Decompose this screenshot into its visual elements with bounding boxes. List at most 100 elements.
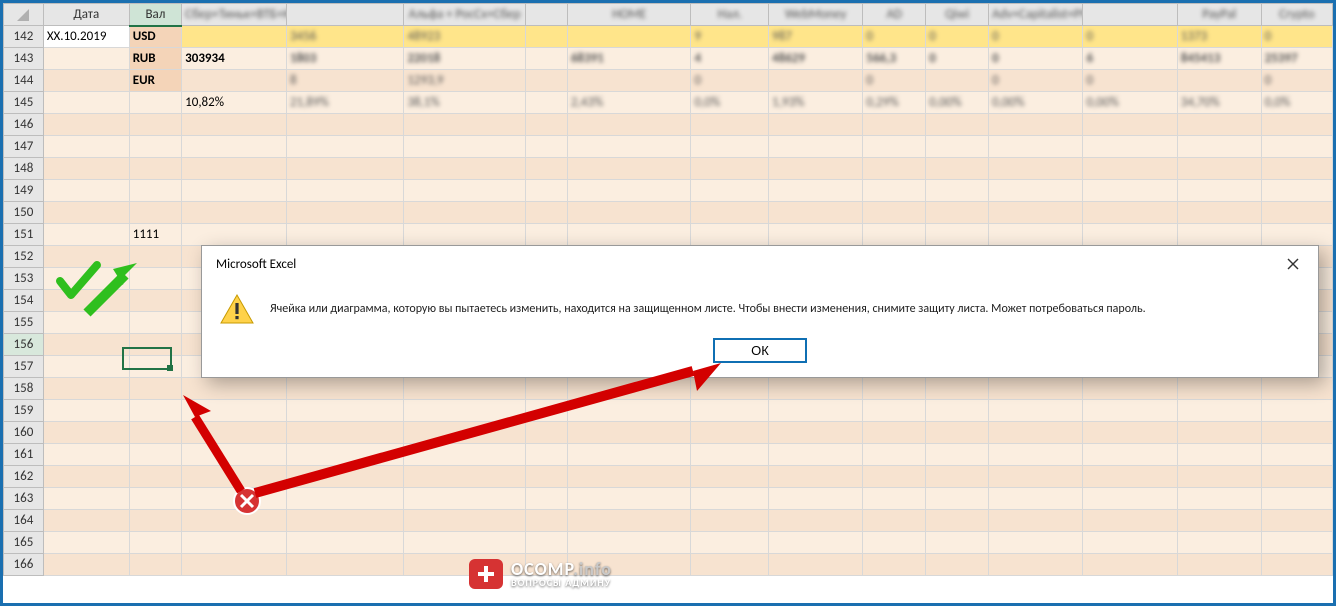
cell[interactable] [989,378,1083,400]
column-header[interactable]: Альфа + РосСх+Сбер [404,4,526,26]
cell[interactable]: 10,82% [182,92,287,114]
cell[interactable]: 0,00% [926,92,989,114]
cell[interactable] [525,422,567,444]
cell[interactable] [567,180,691,202]
cell[interactable] [525,180,567,202]
dialog-close-button[interactable] [1278,252,1308,276]
cell[interactable]: 1803 [286,48,403,70]
cell[interactable] [182,26,287,48]
cell[interactable]: 0 [989,48,1083,70]
cell[interactable] [129,312,181,334]
cell[interactable] [182,224,287,246]
cell[interactable]: 0 [1261,70,1332,92]
cell[interactable] [863,554,926,576]
row-header[interactable]: 148 [4,158,44,180]
cell[interactable] [525,48,567,70]
cell[interactable]: 48923 [404,26,526,48]
cell[interactable] [1083,554,1177,576]
cell[interactable] [863,224,926,246]
cell[interactable] [129,180,181,202]
column-header[interactable]: WebMoney [769,4,863,26]
cell[interactable] [129,444,181,466]
cell[interactable] [129,268,181,290]
cell[interactable] [129,246,181,268]
cell[interactable] [863,114,926,136]
cell[interactable]: 9 [691,26,769,48]
cell[interactable] [567,224,691,246]
cell[interactable] [989,114,1083,136]
cell[interactable] [1261,180,1332,202]
cell[interactable] [43,290,129,312]
cell[interactable]: 1111 [129,224,181,246]
cell[interactable] [525,444,567,466]
cell[interactable]: 1373 [1177,26,1261,48]
row-header[interactable]: 164 [4,510,44,532]
cell[interactable] [926,488,989,510]
cell[interactable]: 6 [1083,48,1177,70]
cell[interactable]: 0 [989,70,1083,92]
cell[interactable]: 8 [286,70,403,92]
cell[interactable] [404,400,526,422]
cell[interactable] [1261,158,1332,180]
cell[interactable]: 845413 [1177,48,1261,70]
cell[interactable] [404,158,526,180]
cell[interactable] [404,510,526,532]
row-header[interactable]: 143 [4,48,44,70]
cell[interactable] [769,70,863,92]
cell[interactable] [129,92,181,114]
cell[interactable] [769,378,863,400]
column-header[interactable]: Дата [43,4,129,26]
cell[interactable] [769,202,863,224]
cell[interactable] [769,136,863,158]
cell[interactable] [691,400,769,422]
cell[interactable]: 3456 [286,26,403,48]
cell[interactable] [129,400,181,422]
cell[interactable] [1261,400,1332,422]
cell[interactable] [769,422,863,444]
cell[interactable]: 303934 [182,48,287,70]
cell[interactable]: 0,0% [1261,92,1332,114]
cell[interactable] [1177,532,1261,554]
cell[interactable] [926,202,989,224]
cell[interactable] [1177,510,1261,532]
cell[interactable]: 987 [769,26,863,48]
cell[interactable] [43,422,129,444]
cell[interactable] [989,510,1083,532]
cell[interactable] [567,26,691,48]
cell[interactable] [926,70,989,92]
cell[interactable]: 0 [863,26,926,48]
cell[interactable] [43,268,129,290]
cell[interactable] [691,554,769,576]
cell[interactable] [863,488,926,510]
cell[interactable] [182,136,287,158]
cell[interactable] [1261,114,1332,136]
cell[interactable] [182,70,287,92]
cell[interactable] [129,290,181,312]
row-header[interactable]: 163 [4,488,44,510]
cell[interactable]: 0 [1261,26,1332,48]
cell[interactable] [43,488,129,510]
cell[interactable] [286,224,403,246]
cell[interactable] [43,92,129,114]
cell[interactable] [404,202,526,224]
cell[interactable] [989,180,1083,202]
cell[interactable] [863,510,926,532]
cell[interactable]: 21,89% [286,92,403,114]
cell[interactable] [129,114,181,136]
cell[interactable] [182,466,287,488]
cell[interactable] [769,400,863,422]
cell[interactable] [129,488,181,510]
cell[interactable]: 68391 [567,48,691,70]
cell[interactable] [567,136,691,158]
cell[interactable] [926,554,989,576]
cell[interactable] [1177,400,1261,422]
column-header[interactable]: Вал [129,4,181,26]
cell[interactable] [1177,158,1261,180]
cell[interactable] [43,532,129,554]
cell[interactable] [182,158,287,180]
cell[interactable] [182,554,287,576]
row-header[interactable]: 161 [4,444,44,466]
cell[interactable] [182,444,287,466]
cell[interactable] [404,444,526,466]
cell[interactable] [182,422,287,444]
